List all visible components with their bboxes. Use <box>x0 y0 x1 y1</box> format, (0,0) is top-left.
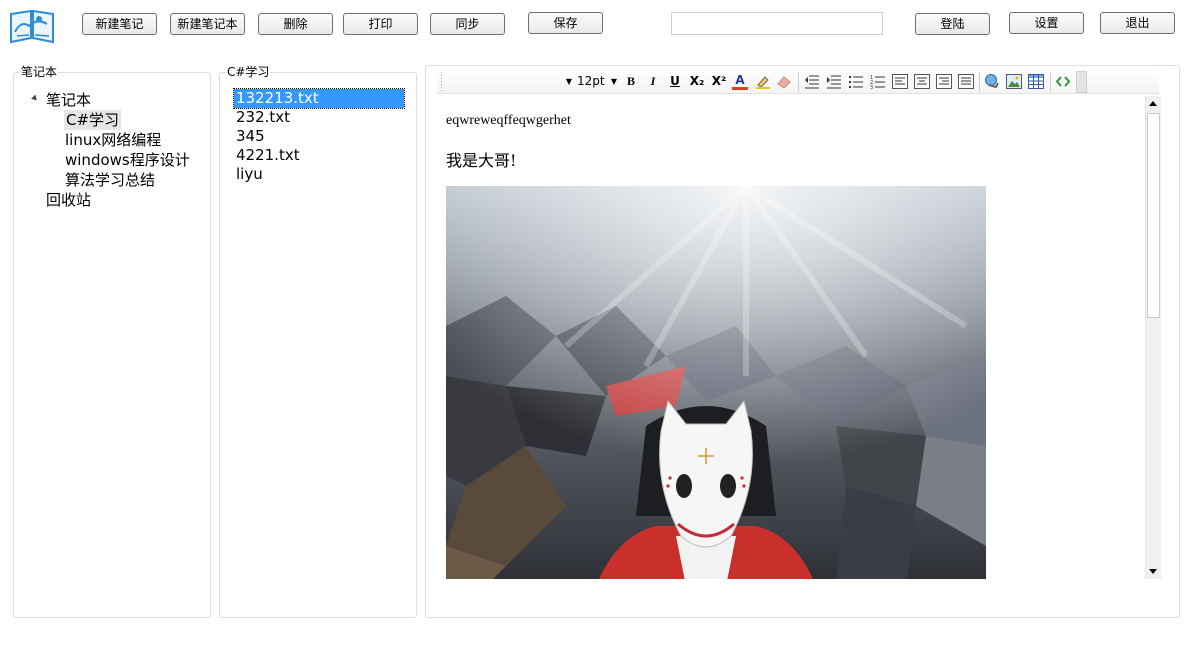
delete-button[interactable]: 删除 <box>258 13 333 35</box>
arrow-up-icon <box>1149 101 1157 106</box>
font-size-dropdown[interactable]: 12pt ▼ <box>577 73 617 90</box>
toolbar-separator <box>1050 72 1051 92</box>
search-input[interactable] <box>671 12 883 35</box>
tree-item-algorithms[interactable]: 算法学习总结 <box>65 170 155 190</box>
chevron-down-icon: ▼ <box>565 77 572 86</box>
align-center-icon[interactable] <box>914 74 930 89</box>
align-left-icon[interactable] <box>892 74 908 89</box>
font-color-button[interactable]: A <box>732 73 748 90</box>
embedded-photo <box>446 186 986 579</box>
insert-image-icon[interactable] <box>1006 74 1022 89</box>
new-notebook-button[interactable]: 新建笔记本 <box>170 13 245 35</box>
scroll-down-button[interactable] <box>1146 563 1161 579</box>
save-button[interactable]: 保存 <box>528 12 603 34</box>
hyperlink-icon[interactable] <box>984 74 1000 89</box>
sync-button[interactable]: 同步 <box>430 13 505 35</box>
arrow-down-icon <box>1149 569 1157 574</box>
chevron-down-icon: ▼ <box>610 77 617 86</box>
numbered-list-icon[interactable]: 123 <box>870 74 886 91</box>
align-right-icon[interactable] <box>936 74 952 89</box>
file-item-selected[interactable]: 132213.txt <box>233 88 405 109</box>
settings-button[interactable]: 设置 <box>1009 12 1084 34</box>
notebook-panel-title: 笔记本 <box>20 65 59 79</box>
tree-item-recycle-bin[interactable]: 回收站 <box>46 190 91 210</box>
file-item[interactable]: 232.txt <box>234 108 290 127</box>
print-button[interactable]: 打印 <box>343 13 418 35</box>
italic-button[interactable]: I <box>645 73 661 90</box>
file-panel-title: C#学习 <box>226 65 271 79</box>
bold-button[interactable]: B <box>623 73 639 90</box>
highlight-pen-icon[interactable] <box>755 74 771 89</box>
exit-button[interactable]: 退出 <box>1100 12 1175 34</box>
editor-paragraph: eqwreweqffeqwgerhet <box>446 113 571 128</box>
indent-icon[interactable] <box>826 74 842 89</box>
app-logo-icon <box>9 8 55 46</box>
file-item[interactable]: 345 <box>234 127 265 146</box>
file-item[interactable]: 4221.txt <box>234 146 300 165</box>
toolbar-grip <box>441 72 442 92</box>
file-item[interactable]: liyu <box>234 165 263 184</box>
editor-toolbar: ▼ 12pt ▼ B I U X₂ X² A 123 <box>437 69 1159 94</box>
bullet-list-icon[interactable] <box>848 74 864 89</box>
editor-paragraph: 我是大哥! <box>446 151 517 170</box>
toolbar-separator <box>979 72 980 92</box>
underline-button[interactable]: U <box>667 73 683 90</box>
tree-item-windows[interactable]: windows程序设计 <box>65 150 190 170</box>
outdent-icon[interactable] <box>804 74 820 89</box>
tree-item-csharp[interactable]: C#学习 <box>64 110 122 130</box>
superscript-button[interactable]: X² <box>710 73 728 90</box>
editor-scrollbar[interactable] <box>1145 96 1161 579</box>
login-button[interactable]: 登陆 <box>915 13 990 35</box>
scroll-up-button[interactable] <box>1146 96 1161 112</box>
tree-root-notebook[interactable]: 笔记本 <box>46 90 91 110</box>
new-note-button[interactable]: 新建笔记 <box>82 13 157 35</box>
tree-item-linux[interactable]: linux网络编程 <box>65 130 161 150</box>
subscript-button[interactable]: X₂ <box>688 73 706 90</box>
justify-icon[interactable] <box>958 74 974 89</box>
source-code-icon[interactable] <box>1055 74 1071 89</box>
toolbar-separator <box>798 72 799 92</box>
scroll-thumb[interactable] <box>1147 113 1160 318</box>
eraser-icon[interactable] <box>776 74 792 89</box>
toolbar-overflow-chevron-icon[interactable] <box>1076 71 1087 93</box>
editor-content[interactable]: eqwreweqffeqwgerhet 我是大哥! <box>437 96 1145 579</box>
font-name-dropdown[interactable]: ▼ <box>447 73 572 90</box>
svg-text:3: 3 <box>870 85 873 89</box>
font-size-value: 12pt <box>577 74 605 88</box>
insert-table-icon[interactable] <box>1028 74 1044 89</box>
